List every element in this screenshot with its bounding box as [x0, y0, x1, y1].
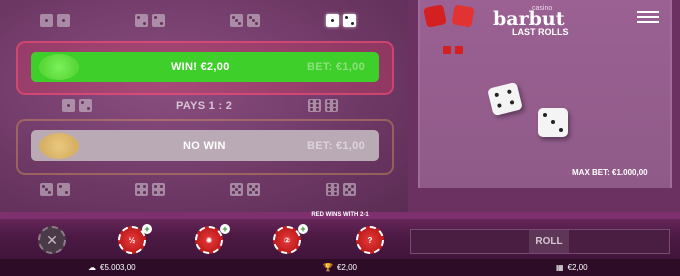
win-value: €2,00 [336, 263, 357, 272]
bet-area-red[interactable]: WIN! €2,00 BET: €1,00 [31, 52, 379, 82]
trophy-icon: 🏆 [323, 263, 333, 272]
plus-icon: + [298, 224, 308, 234]
chip-3[interactable]: ② [273, 226, 301, 254]
close-icon: ✕ [46, 231, 58, 248]
chip-icon: ② [283, 235, 291, 245]
dice-pair-6-5 [326, 183, 356, 196]
dice-pair-4-4 [135, 183, 165, 196]
dice-pair-1-1 [40, 14, 70, 27]
max-bet-text: MAX BET: €1.000,00 [572, 168, 648, 177]
chip-icon: ? [367, 235, 373, 245]
banner-text: RED WINS WITH 2-1 [311, 212, 369, 218]
bet-result-text: WIN! €2,00 [171, 61, 230, 73]
menu-icon[interactable] [637, 11, 659, 23]
dice-pair-3-3 [230, 14, 260, 27]
dice-pair-small-left [62, 99, 92, 112]
rolled-die-2 [538, 108, 568, 137]
last-roll-dice [443, 46, 463, 54]
bet-display: ▦ €2,00 [556, 263, 588, 272]
chip-2[interactable]: ✺ [195, 226, 223, 254]
chip-icon: ✺ [205, 235, 213, 245]
plus-icon: + [142, 224, 152, 234]
chips-stack-icon: ▦ [556, 263, 564, 272]
bet-value: €2,00 [567, 263, 588, 272]
dice-pair-highlight [326, 14, 356, 27]
balance-value: €5.003,00 [100, 263, 136, 272]
dice-pair-5-5 [230, 183, 260, 196]
logo-die-icon [451, 4, 475, 28]
bet-result-text: NO WIN [183, 139, 226, 152]
clear-bets-button[interactable]: ✕ [38, 226, 66, 254]
roll-button[interactable]: ROLL [410, 229, 670, 254]
chip-4[interactable]: ? [356, 226, 384, 254]
logo-die-icon [423, 4, 447, 28]
win-display: 🏆 €2,00 [323, 263, 357, 272]
payout-text: PAYS 1 : 2 [176, 100, 233, 112]
dice-pair-six-six [308, 99, 338, 112]
bet-area-black[interactable]: NO WIN BET: €1,00 [31, 130, 379, 161]
plus-icon: + [220, 224, 230, 234]
chip-icon: ½ [128, 235, 136, 245]
last-rolls-title[interactable]: LAST ROLLS [512, 27, 569, 37]
chip-slot [39, 132, 79, 159]
coins-icon: ☁ [88, 263, 96, 272]
roll-label: ROLL [529, 230, 569, 253]
dice-pair-2-2 [135, 14, 165, 27]
dice-pair-3-2 [40, 183, 70, 196]
balance-display: ☁ €5.003,00 [88, 263, 136, 272]
chip-slot [39, 54, 79, 80]
bet-amount-text: BET: €1,00 [306, 61, 365, 73]
bet-amount-text: BET: €1,00 [306, 139, 365, 152]
